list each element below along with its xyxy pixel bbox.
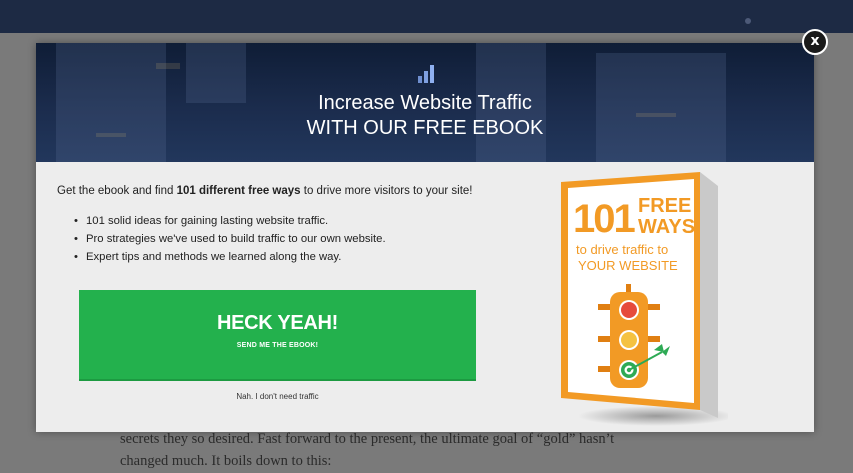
popup-title-line2: WITH OUR FREE EBOOK bbox=[306, 117, 544, 139]
popup-intro: Get the ebook and find 101 different fre… bbox=[57, 185, 473, 197]
decline-link[interactable]: Nah. I don't need traffic bbox=[79, 392, 476, 401]
popup-title-line1: Increase Website Traffic bbox=[318, 92, 532, 114]
list-item: 101 solid ideas for gaining lasting webs… bbox=[74, 212, 386, 230]
ebook-cover-image: 101 FREE WAYS to drive traffic to YOUR W… bbox=[561, 172, 728, 426]
cta-sub-label: SEND ME THE EBOOK! bbox=[236, 342, 319, 349]
close-popup-button[interactable]: x bbox=[802, 29, 828, 55]
benefits-list: 101 solid ideas for gaining lasting webs… bbox=[74, 212, 386, 266]
book-subtitle-line2: YOUR WEBSITE bbox=[578, 258, 678, 273]
close-icon: x bbox=[810, 33, 820, 49]
site-top-bar bbox=[0, 0, 853, 33]
intro-text-end: to drive more visitors to your site! bbox=[300, 185, 473, 197]
ebook-popup: Increase Website Traffic WITH OUR FREE E… bbox=[36, 43, 814, 432]
get-ebook-button[interactable]: HECK YEAH! SEND ME THE EBOOK! bbox=[79, 290, 476, 381]
book-word-free: FREE bbox=[638, 195, 691, 217]
list-item: Expert tips and methods we learned along… bbox=[74, 248, 386, 266]
article-line: changed much. It boils down to this: bbox=[120, 453, 332, 469]
intro-text: Get the ebook and find bbox=[57, 185, 177, 197]
book-number: 101 bbox=[573, 197, 635, 241]
cta-main-label: HECK YEAH! bbox=[216, 312, 339, 334]
intro-bold-text: 101 different free ways bbox=[176, 185, 301, 197]
top-bar-dot bbox=[745, 18, 751, 24]
bar-chart-icon bbox=[418, 65, 434, 83]
header-content: Increase Website Traffic WITH OUR FREE E… bbox=[36, 43, 814, 162]
popup-header: Increase Website Traffic WITH OUR FREE E… bbox=[36, 43, 814, 162]
book-word-ways: WAYS bbox=[638, 216, 695, 238]
article-text: secrets they so desired. Fast forward to… bbox=[120, 428, 760, 472]
list-item: Pro strategies we've used to build traff… bbox=[74, 230, 386, 248]
book-subtitle-line1: to drive traffic to bbox=[576, 242, 668, 257]
